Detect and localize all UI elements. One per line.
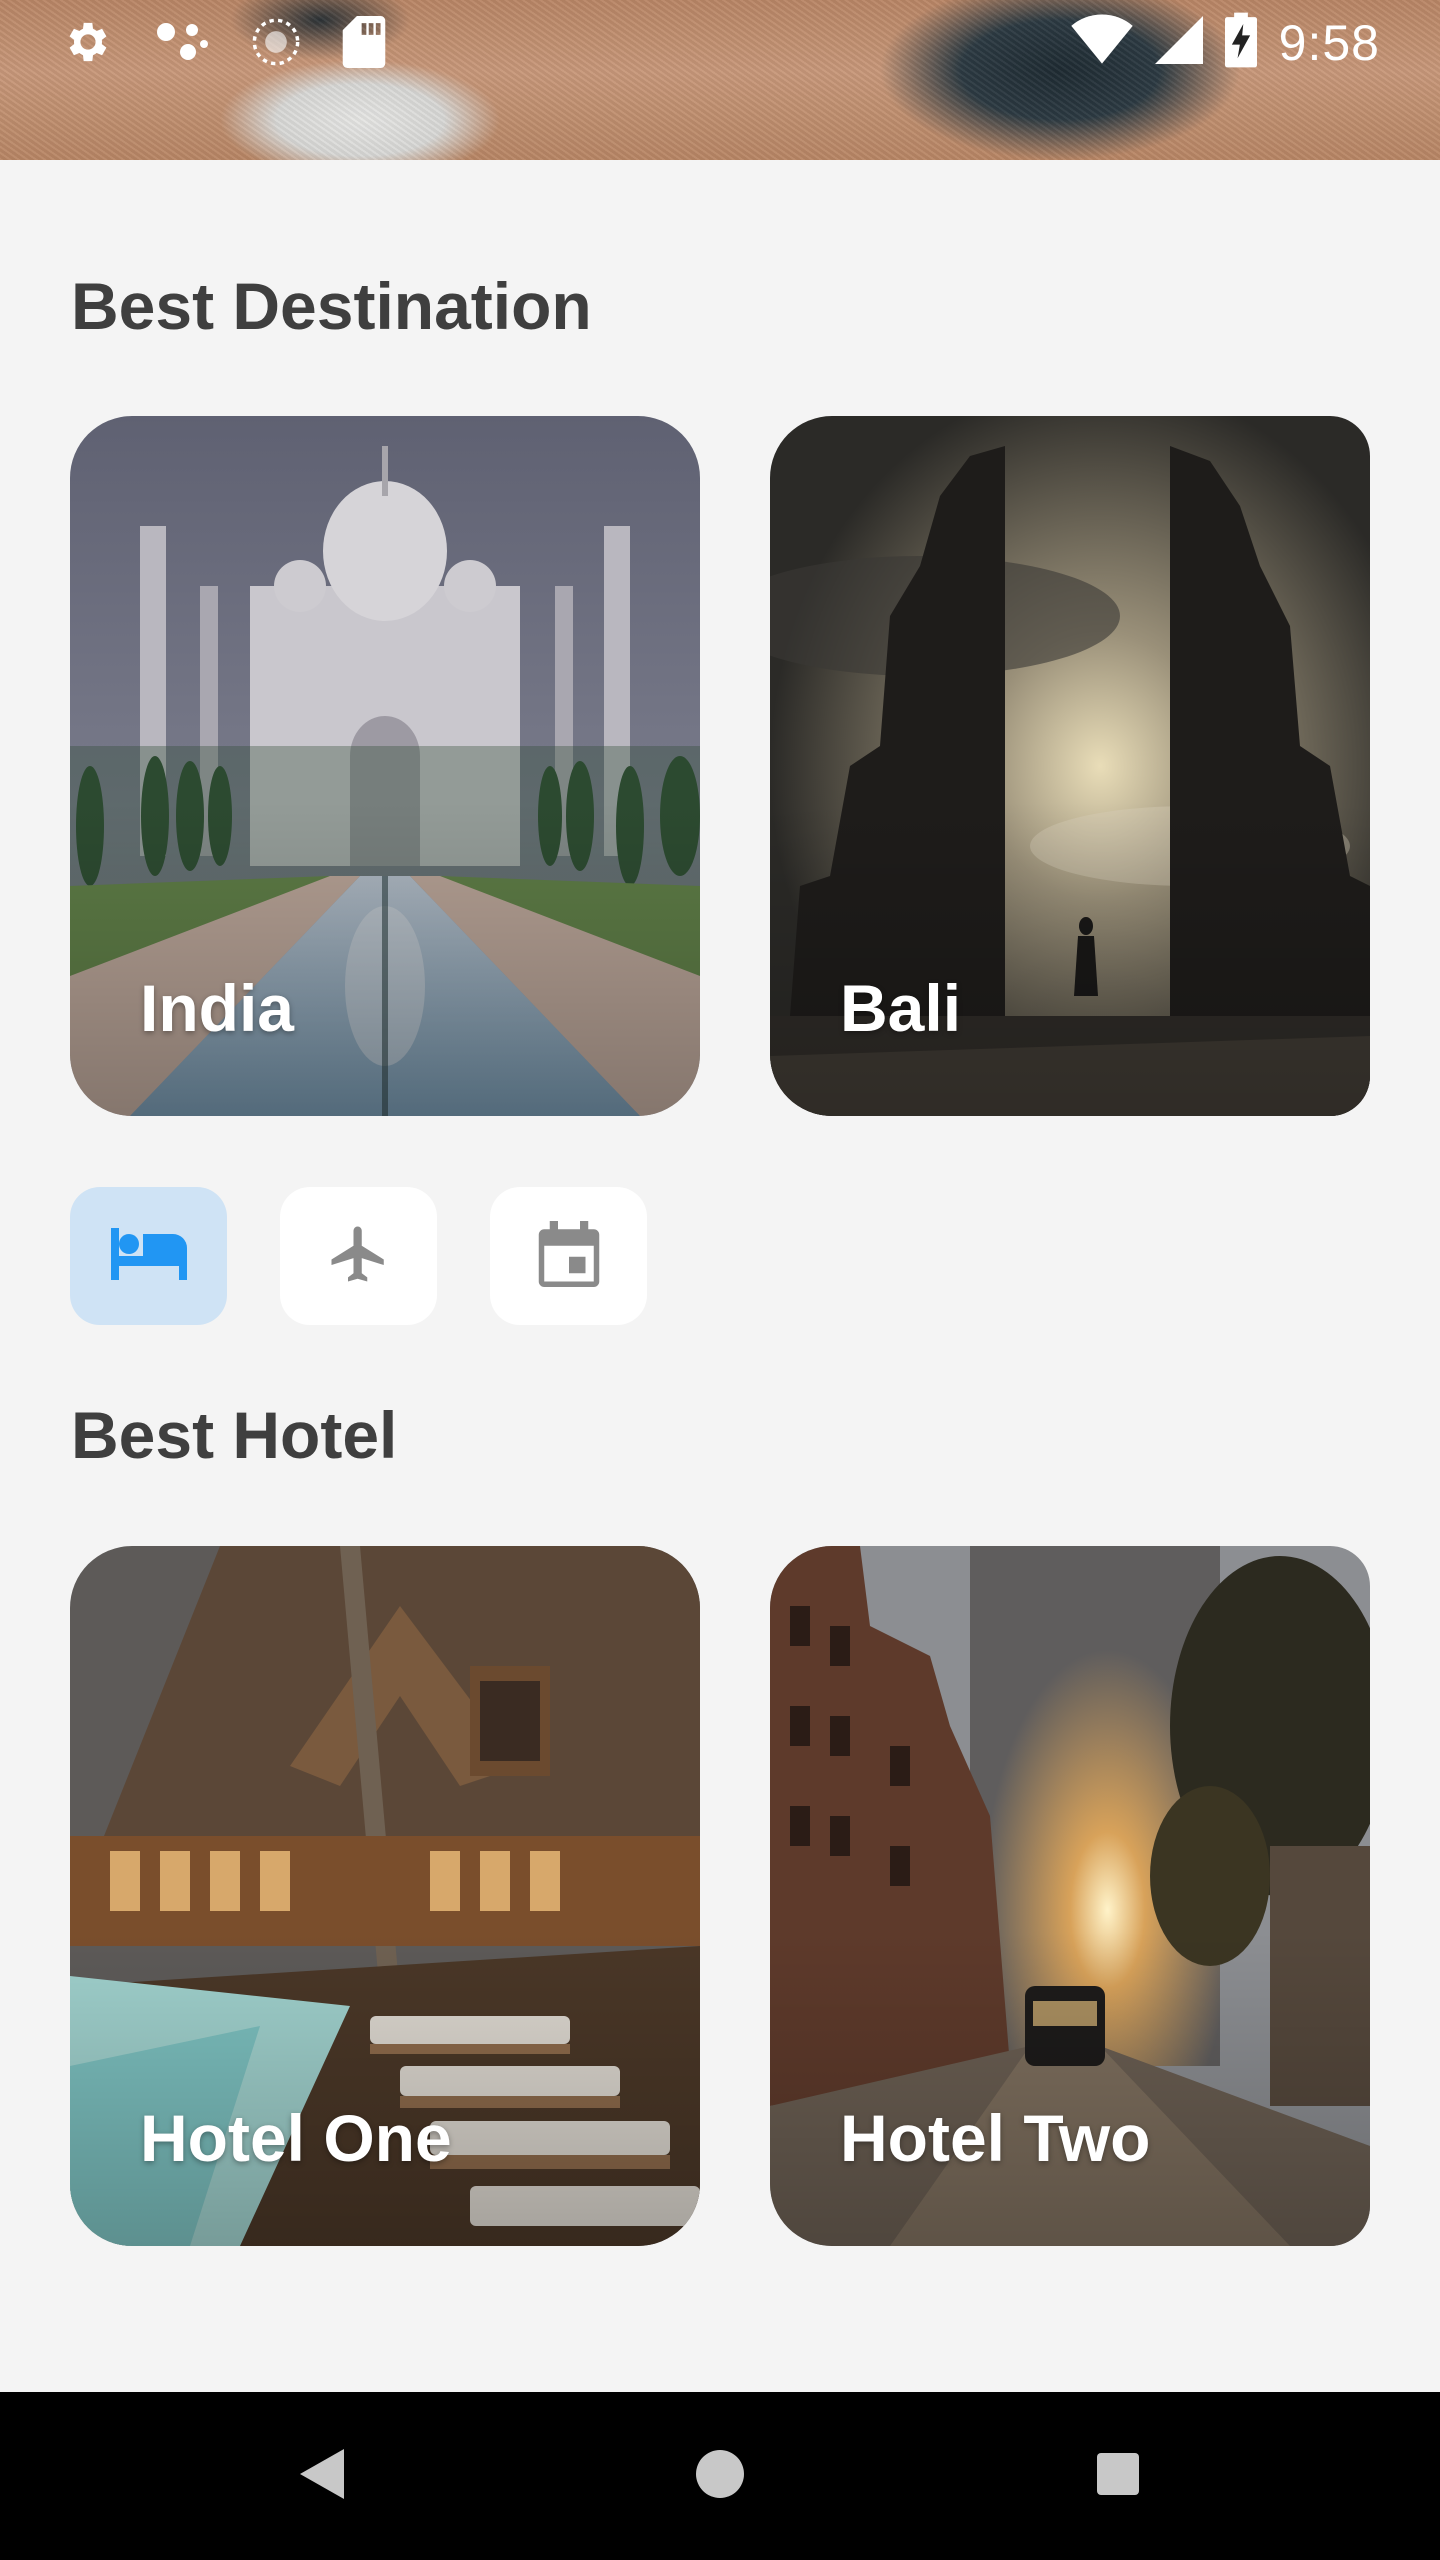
status-left-icons [62,16,386,73]
assistant-dots-icon [154,16,210,73]
settings-icon [62,16,114,73]
card-label: Bali [840,971,962,1045]
hotel-card-two[interactable]: Hotel Two [770,1546,1370,2246]
hotel-card-one[interactable]: Hotel One [70,1546,700,2246]
wifi-icon [1070,14,1133,71]
section-title-destination: Best Destination [71,269,592,343]
destination-card-india[interactable]: India [70,416,700,1116]
section-title-hotel: Best Hotel [71,1398,398,1472]
card-label: India [140,971,295,1045]
category-calendar-button[interactable] [490,1187,647,1325]
airplane-icon [326,1221,392,1292]
status-time: 9:58 [1278,14,1380,71]
battery-charging-icon [1224,12,1257,73]
navigation-bar [0,2392,1440,2560]
nav-home-button[interactable] [650,2392,790,2560]
destination-card-bali[interactable]: Bali [770,416,1370,1116]
nav-back-button[interactable] [252,2392,392,2560]
sync-icon [250,16,302,73]
category-flight-button[interactable] [280,1187,437,1325]
card-label: Hotel Two [840,2101,1151,2175]
status-bar: 9:58 [0,0,1440,84]
home-icon [696,2449,744,2503]
category-hotel-button[interactable] [70,1187,227,1325]
status-right-icons: 9:58 [1070,12,1380,73]
recents-icon [1097,2452,1139,2500]
nav-recents-button[interactable] [1048,2392,1188,2560]
sd-card-icon [342,16,386,73]
cell-signal-icon [1154,14,1203,71]
calendar-icon [538,1220,600,1292]
back-icon [300,2448,344,2504]
bed-icon [110,1227,187,1285]
card-label: Hotel One [140,2101,452,2175]
